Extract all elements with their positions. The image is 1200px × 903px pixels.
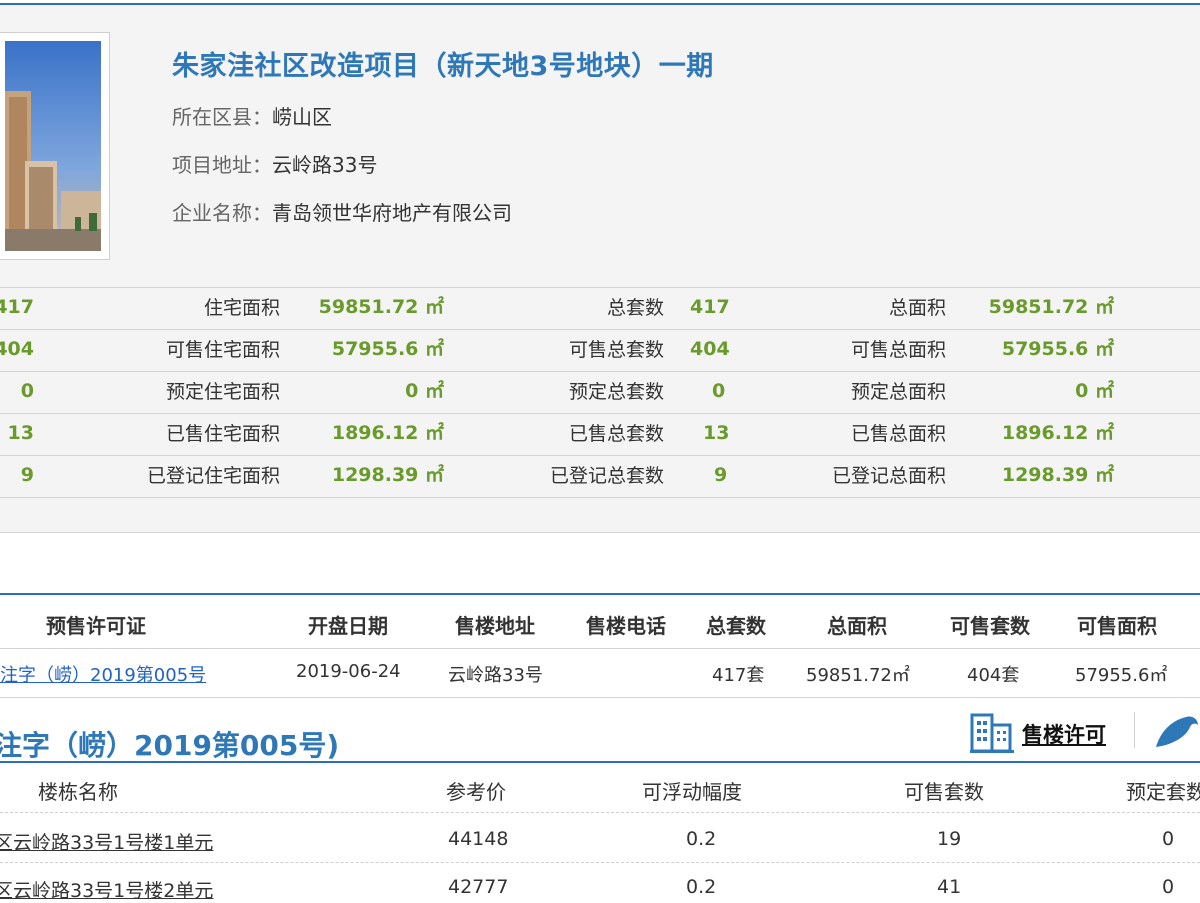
building-price: 44148 xyxy=(448,828,509,850)
district-label: 所在区县： xyxy=(172,105,272,129)
presale-header-divider xyxy=(0,648,1200,649)
stat-units: 13 xyxy=(7,422,34,444)
stat-value: 1298.39 ㎡ xyxy=(331,464,444,486)
district-line: 所在区县：崂山区 xyxy=(172,101,332,130)
stat-label: 已登记总套数 xyxy=(549,465,664,487)
presale-header: 预售许可证 xyxy=(46,614,146,638)
building-table-top-bar xyxy=(0,761,1200,763)
presale-address: 云岭路33号 xyxy=(448,665,543,686)
building-row-divider xyxy=(0,862,1200,863)
building-header: 参考价 xyxy=(446,780,506,804)
stat-value: 13 xyxy=(703,422,730,444)
building-icon xyxy=(970,713,1014,753)
stat-label: 已登记总面积 xyxy=(831,465,946,487)
stat-units: 0 xyxy=(20,380,34,402)
stats-divider xyxy=(0,413,1200,414)
tool-separator xyxy=(1134,712,1135,748)
building-header: 可浮动幅度 xyxy=(642,780,742,804)
stat-label: 可售总面积 xyxy=(850,339,946,361)
stat-label: 已售总面积 xyxy=(850,423,946,445)
project-title: 朱家洼社区改造项目（新天地3号地块）一期 xyxy=(172,51,714,82)
building-photo-icon xyxy=(5,41,101,251)
presale-top-bar xyxy=(0,593,1200,595)
stat-value: 417 xyxy=(690,296,730,318)
permit-section-title: 注字（崂）2019第005号) xyxy=(0,729,340,762)
presale-header: 可售面积 xyxy=(1077,614,1157,638)
bird-icon[interactable] xyxy=(1152,713,1200,749)
stat-value: 9 xyxy=(714,464,728,486)
stat-label: 总套数 xyxy=(606,297,664,319)
building-reserved: 0 xyxy=(1162,876,1175,898)
presale-row-divider xyxy=(0,697,1200,698)
address-line: 项目地址：云岭路33号 xyxy=(172,149,377,178)
stat-value: 0 ㎡ xyxy=(405,380,444,402)
stat-label: 预定总面积 xyxy=(850,381,946,403)
company-label: 企业名称： xyxy=(172,201,272,225)
company-value: 青岛领世华府地产有限公司 xyxy=(272,201,512,225)
building-price: 42777 xyxy=(448,876,509,898)
stat-label: 住宅面积 xyxy=(203,297,280,319)
stat-units: 404 xyxy=(0,338,34,360)
stats-divider xyxy=(0,455,1200,456)
stat-label: 可售总套数 xyxy=(568,339,664,361)
stat-value: 57955.6 ㎡ xyxy=(331,338,444,360)
stat-value: 1298.39 ㎡ xyxy=(1001,464,1114,486)
stat-value: 59851.72 ㎡ xyxy=(318,296,444,318)
presale-total-units: 417套 xyxy=(712,665,765,686)
building-available: 41 xyxy=(937,876,962,898)
stat-value: 1896.12 ㎡ xyxy=(331,422,444,444)
presale-header: 总套数 xyxy=(706,614,766,638)
presale-available-units: 404套 xyxy=(967,665,1020,686)
stat-value: 0 xyxy=(712,380,726,402)
presale-header: 开盘日期 xyxy=(308,614,388,638)
stat-label: 已登记住宅面积 xyxy=(146,465,280,487)
stats-divider xyxy=(0,329,1200,330)
building-header: 预定套数 xyxy=(1126,780,1200,804)
company-line: 企业名称：青岛领世华府地产有限公司 xyxy=(172,197,512,226)
stat-label: 已售住宅面积 xyxy=(165,423,280,445)
presale-open-date: 2019-06-24 xyxy=(296,661,401,682)
stat-value: 59851.72 ㎡ xyxy=(988,296,1114,318)
stat-label: 预定住宅面积 xyxy=(165,381,280,403)
presale-header: 总面积 xyxy=(827,614,887,638)
presale-available-area: 57955.6㎡ xyxy=(1075,665,1168,686)
building-name-link[interactable]: 区云岭路33号1号楼2单元 xyxy=(0,876,213,903)
sale-permit-link[interactable]: 售楼许可 xyxy=(1022,719,1106,749)
presale-header: 售楼电话 xyxy=(586,614,666,638)
stat-value: 1896.12 ㎡ xyxy=(1001,422,1114,444)
stat-label: 可售住宅面积 xyxy=(165,339,280,361)
building-header: 可售套数 xyxy=(904,780,984,804)
building-reserved: 0 xyxy=(1162,828,1175,850)
stat-label: 预定总套数 xyxy=(568,381,664,403)
address-label: 项目地址： xyxy=(172,153,272,177)
stat-label: 已售总套数 xyxy=(568,423,664,445)
building-header: 楼栋名称 xyxy=(38,780,118,804)
stats-divider xyxy=(0,287,1200,288)
presale-total-area: 59851.72㎡ xyxy=(806,665,910,686)
stats-divider xyxy=(0,371,1200,372)
stats-divider xyxy=(0,497,1200,498)
building-name-link[interactable]: 区云岭路33号1号楼1单元 xyxy=(0,828,213,855)
stat-value: 0 ㎡ xyxy=(1075,380,1114,402)
building-float: 0.2 xyxy=(686,876,717,898)
stat-value: 57955.6 ㎡ xyxy=(1001,338,1114,360)
building-available: 19 xyxy=(937,828,962,850)
building-float: 0.2 xyxy=(686,828,717,850)
address-value: 云岭路33号 xyxy=(272,153,378,177)
presale-permit-link[interactable]: 房注字（崂）2019第005号 xyxy=(0,661,206,687)
district-value: 崂山区 xyxy=(272,105,332,129)
project-photo[interactable] xyxy=(0,32,110,260)
stat-label: 总面积 xyxy=(888,297,946,319)
building-header-divider xyxy=(0,812,1200,813)
stat-units: 417 xyxy=(0,296,34,318)
presale-header: 可售套数 xyxy=(950,614,1030,638)
presale-header: 售楼地址 xyxy=(455,614,535,638)
stat-value: 404 xyxy=(690,338,730,360)
stat-units: 9 xyxy=(20,464,34,486)
